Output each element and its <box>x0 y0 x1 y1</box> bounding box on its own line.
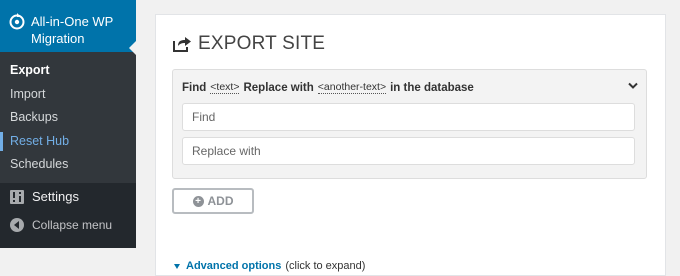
submenu-item-import[interactable]: Import <box>0 83 136 107</box>
page-title-text: EXPORT SITE <box>198 33 326 54</box>
find-replace-box: Find <text> Replace with <another-text> … <box>172 69 647 179</box>
replace-word: Replace with <box>243 81 314 94</box>
submenu-item-backups[interactable]: Backups <box>0 106 136 130</box>
plus-icon: + <box>192 195 204 207</box>
find-word: Find <box>182 81 207 94</box>
collapse-menu-button[interactable]: Collapse menu <box>0 211 136 239</box>
page-title: EXPORT SITE <box>172 33 325 55</box>
caret-down-icon <box>174 263 180 269</box>
submenu-item-schedules[interactable]: Schedules <box>0 153 136 177</box>
export-icon <box>173 37 191 52</box>
menu-item-settings-label: Settings <box>32 189 79 204</box>
text-token: <text> <box>210 81 240 94</box>
chevron-down-icon[interactable] <box>628 82 638 90</box>
submenu-item-reset-hub[interactable]: Reset Hub <box>0 130 136 154</box>
admin-sidebar: All-in-One WP Migration Export Import Ba… <box>0 0 136 248</box>
collapse-menu-label: Collapse menu <box>32 217 113 232</box>
plugin-submenu: Export Import Backups Reset Hub Schedule… <box>0 52 136 183</box>
current-menu-arrow <box>129 41 136 55</box>
another-text-token: <another-text> <box>317 81 387 94</box>
advanced-options[interactable]: Advanced options (click to expand) <box>174 260 365 272</box>
export-panel: EXPORT SITE Find <text> Replace with <an… <box>155 14 666 276</box>
plugin-menu-header[interactable]: All-in-One WP Migration <box>0 0 136 55</box>
menu-item-settings[interactable]: Settings <box>0 183 136 211</box>
add-button[interactable]: + ADD <box>172 188 254 214</box>
advanced-options-hint: (click to expand) <box>285 260 366 272</box>
database-suffix: in the database <box>390 81 474 94</box>
collapse-icon <box>10 217 24 232</box>
replace-input[interactable] <box>182 137 635 165</box>
plugin-logo-icon <box>9 13 25 30</box>
settings-icon <box>10 189 24 204</box>
plugin-title: All-in-One WP Migration <box>31 14 114 46</box>
submenu-item-export[interactable]: Export <box>0 59 136 83</box>
find-replace-header[interactable]: Find <text> Replace with <another-text> … <box>182 81 636 94</box>
add-button-label: ADD <box>207 194 234 208</box>
advanced-options-link[interactable]: Advanced options <box>186 260 281 272</box>
find-input[interactable] <box>182 103 635 131</box>
